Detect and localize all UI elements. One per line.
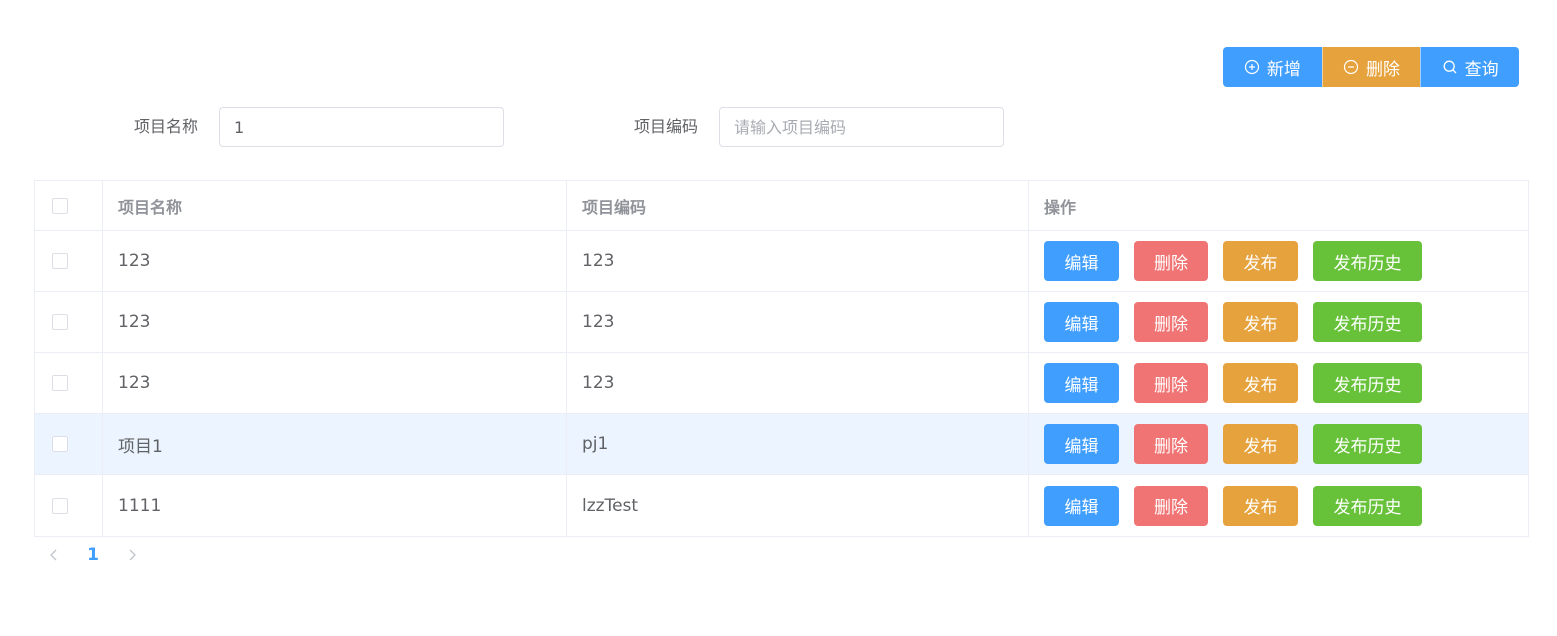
edit-button[interactable]: 编辑 [1044,485,1119,526]
prev-page-button[interactable] [40,541,68,569]
row-project-code: 123 [567,231,1029,291]
row-project-code: 123 [567,292,1029,352]
row-operations: 编辑 删除 发布 发布历史 [1029,353,1528,413]
row-checkbox-cell [35,231,103,291]
project-code-input[interactable] [719,107,1004,147]
project-table: 项目名称 项目编码 操作 123 123 编辑 删除 发布 发布历史 123 1… [34,180,1529,537]
delete-button[interactable]: 删除 [1134,485,1208,526]
publish-history-button[interactable]: 发布历史 [1313,363,1422,403]
project-name-label: 项目名称 [134,117,199,136]
table-row-highlighted: 项目1 pj1 编辑 删除 发布 发布历史 [35,414,1528,475]
row-project-code: lzzTest [567,475,1029,536]
row-project-code: pj1 [567,414,1029,474]
row-checkbox[interactable] [52,497,68,514]
row-operations: 编辑 删除 发布 发布历史 [1029,231,1528,291]
row-checkbox-cell [35,353,103,413]
row-checkbox-cell [35,475,103,536]
page-number[interactable]: 1 [68,541,118,569]
publish-history-button[interactable]: 发布历史 [1313,241,1422,281]
publish-button[interactable]: 发布 [1223,241,1298,281]
header-project-code: 项目编码 [567,181,1029,230]
row-checkbox-cell [35,414,103,474]
batch-delete-button[interactable]: 删除 [1321,47,1421,87]
publish-button[interactable]: 发布 [1223,302,1298,342]
delete-button[interactable]: 删除 [1134,302,1208,342]
row-project-code: 123 [567,353,1029,413]
edit-button[interactable]: 编辑 [1044,302,1119,342]
row-operations: 编辑 删除 发布 发布历史 [1029,292,1528,352]
table-row: 123 123 编辑 删除 发布 发布历史 [35,353,1528,414]
publish-history-button[interactable]: 发布历史 [1313,302,1422,342]
delete-button[interactable]: 删除 [1134,363,1208,403]
table-row: 123 123 编辑 删除 发布 发布历史 [35,231,1528,292]
delete-button[interactable]: 删除 [1134,241,1208,281]
minus-circle-icon [1343,59,1359,75]
row-operations: 编辑 删除 发布 发布历史 [1029,414,1528,474]
row-project-name: 项目1 [103,414,567,474]
next-page-button[interactable] [118,541,146,569]
publish-history-button[interactable]: 发布历史 [1313,485,1422,526]
chevron-left-icon [50,549,57,561]
add-button[interactable]: 新增 [1223,47,1322,87]
row-project-name: 1111 [103,475,567,536]
table-row: 1111 lzzTest 编辑 删除 发布 发布历史 [35,475,1528,536]
add-button-label: 新增 [1266,59,1301,80]
row-checkbox-cell [35,292,103,352]
row-checkbox[interactable] [52,436,68,452]
query-button[interactable]: 查询 [1420,47,1519,87]
publish-button[interactable]: 发布 [1223,485,1298,526]
project-code-label: 项目编码 [634,117,699,136]
row-project-name: 123 [103,231,567,291]
select-all-checkbox[interactable] [52,197,68,214]
table-row: 123 123 编辑 删除 发布 发布历史 [35,292,1528,353]
search-icon [1443,60,1457,74]
project-name-input[interactable] [219,107,504,147]
header-checkbox-cell [35,181,103,230]
publish-button[interactable]: 发布 [1223,363,1298,403]
edit-button[interactable]: 编辑 [1044,241,1119,281]
row-checkbox[interactable] [52,314,68,330]
query-button-label: 查询 [1464,59,1499,80]
publish-button[interactable]: 发布 [1223,424,1298,464]
edit-button[interactable]: 编辑 [1044,363,1119,403]
pagination: 1 [40,541,146,569]
chevron-right-icon [129,549,136,561]
row-project-name: 123 [103,292,567,352]
edit-button[interactable]: 编辑 [1044,424,1119,464]
publish-history-button[interactable]: 发布历史 [1313,424,1422,464]
table-header-row: 项目名称 项目编码 操作 [35,181,1528,231]
batch-delete-button-label: 删除 [1366,59,1400,80]
delete-button[interactable]: 删除 [1134,424,1208,464]
plus-circle-icon [1244,59,1259,75]
row-checkbox[interactable] [52,253,68,269]
header-operations: 操作 [1044,197,1077,217]
row-checkbox[interactable] [52,375,68,391]
toolbar: 新增 删除 查询 [1223,47,1519,87]
header-project-name: 项目名称 [103,181,567,230]
row-project-name: 123 [103,353,567,413]
row-operations: 编辑 删除 发布 发布历史 [1029,475,1528,536]
